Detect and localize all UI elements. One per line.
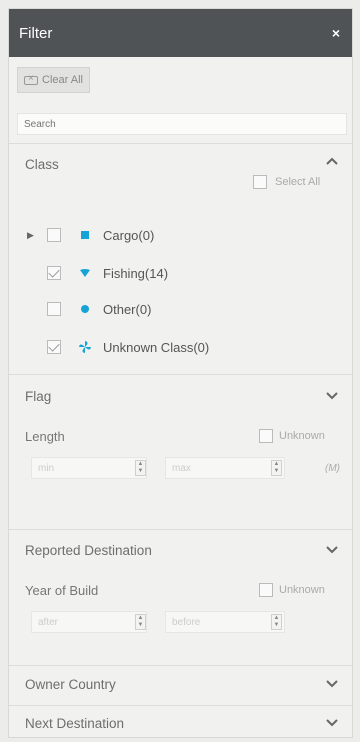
fishing-icon — [77, 268, 93, 278]
class-item-label: Other(0) — [103, 301, 152, 317]
unknown-label: Unknown — [279, 584, 325, 596]
length-label: Length — [25, 429, 65, 444]
class-section-title: Class — [25, 157, 59, 172]
length-max-input[interactable]: max — [165, 457, 285, 479]
chevron-up-icon[interactable] — [324, 155, 340, 167]
length-unit: (M) — [325, 463, 340, 474]
chevron-down-icon[interactable] — [324, 543, 340, 555]
flag-section-title: Flag — [25, 389, 52, 404]
unknown-label: Unknown — [279, 430, 325, 442]
length-max-spinner[interactable]: ▲ ▼ — [271, 460, 282, 476]
chevron-down-icon[interactable] — [324, 716, 340, 728]
length-unknown-checkbox[interactable] — [259, 429, 273, 443]
clear-all-label: Clear All — [42, 74, 83, 86]
class-item-fishing[interactable]: Fishing(14) — [27, 263, 168, 283]
expand-arrow-icon[interactable]: ▶ — [27, 230, 41, 241]
year-unknown-checkbox[interactable] — [259, 583, 273, 597]
other-checkbox[interactable] — [47, 302, 61, 316]
chevron-down-icon[interactable] — [324, 389, 340, 401]
search-input[interactable] — [17, 113, 347, 135]
year-of-build-label: Year of Build — [25, 583, 99, 598]
divider — [9, 143, 352, 144]
class-item-label: Unknown Class(0) — [103, 339, 210, 355]
class-item-unknown[interactable]: Unknown Class(0) — [27, 337, 209, 357]
cargo-checkbox[interactable] — [47, 228, 61, 242]
min-placeholder: min — [38, 462, 55, 474]
unknown-class-checkbox[interactable] — [47, 340, 61, 354]
pinwheel-icon — [77, 341, 93, 353]
panel-title: Filter — [19, 24, 53, 42]
chevron-down-icon[interactable] — [324, 677, 340, 689]
clear-all-button[interactable]: Clear All — [17, 67, 90, 93]
class-item-other[interactable]: Other(0) — [27, 299, 151, 319]
select-all-label: Select All — [275, 176, 321, 188]
next-destination-title: Next Destination — [25, 716, 125, 731]
divider — [9, 529, 352, 530]
select-all-option[interactable]: Select All — [253, 175, 320, 189]
close-button[interactable]: × — [332, 25, 340, 41]
year-before-input[interactable]: before — [165, 611, 285, 633]
filter-header: Filter × — [9, 9, 352, 57]
select-all-checkbox[interactable] — [253, 175, 267, 189]
square-icon — [77, 230, 93, 240]
circle-icon — [77, 304, 93, 314]
after-placeholder: after — [38, 616, 59, 628]
divider — [9, 705, 352, 706]
class-item-cargo[interactable]: ▶ Cargo(0) — [27, 225, 154, 245]
clear-icon — [24, 73, 38, 85]
length-min-spinner[interactable]: ▲ ▼ — [135, 460, 146, 476]
year-after-input[interactable]: after — [31, 611, 147, 633]
reported-destination-title: Reported Destination — [25, 543, 152, 558]
length-unknown-option[interactable]: Unknown — [259, 429, 325, 443]
divider — [9, 374, 352, 375]
filter-panel: Filter × Clear All Class Select All ▶ Ca… — [8, 8, 353, 738]
class-item-label: Cargo(0) — [103, 227, 155, 243]
length-min-input[interactable]: min — [31, 457, 147, 479]
class-item-label: Fishing(14) — [103, 265, 169, 281]
year-unknown-option[interactable]: Unknown — [259, 583, 325, 597]
max-placeholder: max — [172, 462, 191, 474]
year-after-spinner[interactable]: ▲ ▼ — [135, 614, 146, 630]
divider — [9, 665, 352, 666]
owner-country-title: Owner Country — [25, 677, 116, 692]
fishing-checkbox[interactable] — [47, 266, 61, 280]
year-before-spinner[interactable]: ▲ ▼ — [271, 614, 282, 630]
before-placeholder: before — [172, 616, 201, 628]
